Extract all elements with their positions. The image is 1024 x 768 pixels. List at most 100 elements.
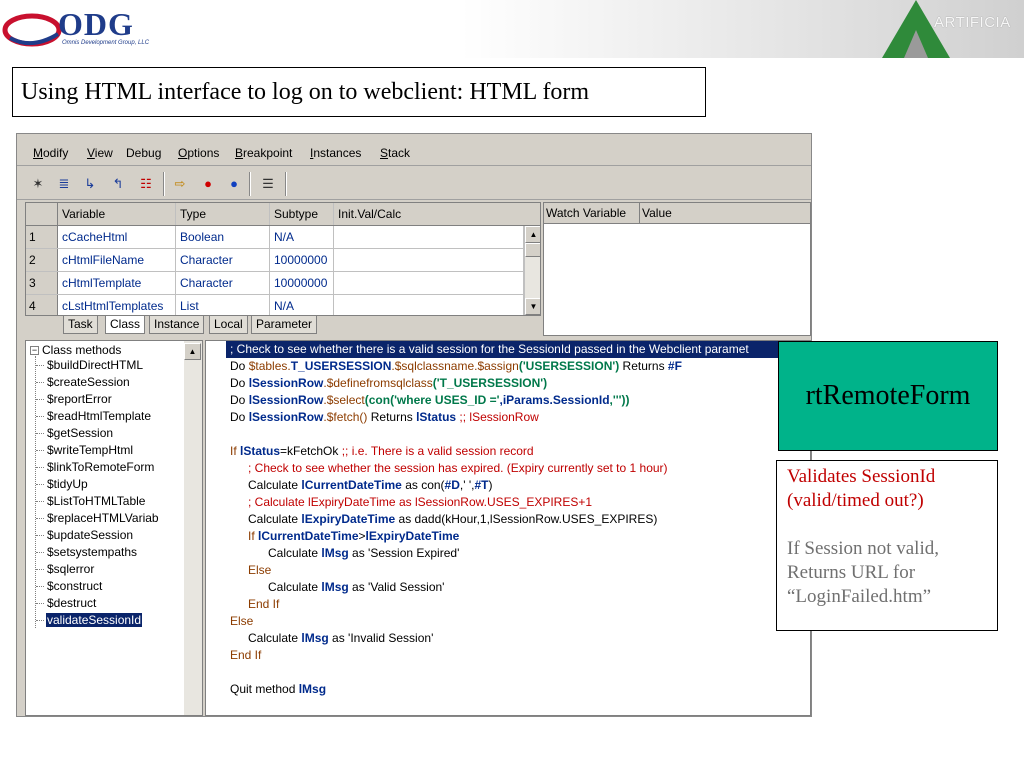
step-out-icon[interactable]: ↰ bbox=[109, 175, 127, 193]
list-item-selected[interactable]: validateSessionId bbox=[36, 612, 143, 629]
col-watch-value[interactable]: Value bbox=[640, 203, 810, 224]
list-item[interactable]: $reportError bbox=[36, 391, 113, 408]
table-row[interactable]: 4 cLstHtmlTemplates List N/A bbox=[26, 295, 540, 315]
col-init[interactable]: Init.Val/Calc bbox=[334, 203, 540, 225]
go-point-icon[interactable]: ⇨ bbox=[171, 175, 189, 193]
menu-stack[interactable]: Stack bbox=[380, 146, 410, 160]
cell-variable[interactable]: cLstHtmlTemplates bbox=[58, 295, 176, 315]
col-type[interactable]: Type bbox=[176, 203, 270, 225]
code-line[interactable]: Else bbox=[230, 613, 253, 630]
code-line[interactable]: End If bbox=[248, 596, 279, 613]
tree-root[interactable]: − Class methods bbox=[30, 343, 121, 357]
list-item[interactable]: $writeTempHtml bbox=[36, 442, 134, 459]
tab-parameter[interactable]: Parameter bbox=[251, 316, 318, 334]
col-watch-variable[interactable]: Watch Variable bbox=[544, 203, 640, 224]
code-line[interactable]: Calculate lExpiryDateTime as dadd(kHour,… bbox=[248, 511, 657, 528]
menu-modify[interactable]: Modify bbox=[33, 146, 68, 160]
code-line[interactable]: Else bbox=[248, 562, 271, 579]
tree-item-label: $getSession bbox=[47, 426, 114, 440]
table-row[interactable]: 1 cCacheHtml Boolean N/A bbox=[26, 226, 540, 249]
tab-local[interactable]: Local bbox=[209, 316, 248, 334]
scroll-up-icon[interactable]: ▲ bbox=[184, 343, 201, 360]
code-line[interactable]: ; Check to see whether the session has e… bbox=[248, 460, 668, 477]
tree-item-label: $construct bbox=[47, 579, 103, 593]
tree-root-label: Class methods bbox=[42, 343, 122, 357]
cell-subtype[interactable]: N/A bbox=[270, 295, 334, 315]
scroll-up-icon[interactable]: ▲ bbox=[525, 226, 540, 243]
cell-type[interactable]: Character bbox=[176, 272, 270, 294]
cell-subtype[interactable]: 10000000 bbox=[270, 249, 334, 271]
list-item[interactable]: $replaceHTMLVariab bbox=[36, 510, 160, 527]
col-subtype[interactable]: Subtype bbox=[270, 203, 334, 225]
list-item[interactable]: $ListToHTMLTable bbox=[36, 493, 146, 510]
table-row[interactable]: 2 cHtmlFileName Character 10000000 bbox=[26, 249, 540, 272]
list-item[interactable]: $destruct bbox=[36, 595, 97, 612]
cell-variable[interactable]: cCacheHtml bbox=[58, 226, 176, 248]
list-item[interactable]: $readHtmlTemplate bbox=[36, 408, 152, 425]
cell-init[interactable] bbox=[334, 272, 524, 294]
list-item[interactable]: $updateSession bbox=[36, 527, 134, 544]
cell-init[interactable] bbox=[334, 226, 524, 248]
list-item[interactable]: $tidyUp bbox=[36, 476, 89, 493]
breakpoint-blue-icon[interactable]: ● bbox=[225, 175, 243, 193]
code-line[interactable]: Do lSessionRow.$fetch() Returns lStatus … bbox=[230, 409, 539, 426]
code-line[interactable]: Calculate lMsg as 'Session Expired' bbox=[268, 545, 459, 562]
annotation-note: Validates SessionId (valid/timed out?) I… bbox=[776, 460, 998, 631]
debugger-window: Modify View Debug Options Breakpoint Ins… bbox=[16, 133, 812, 717]
code-editor[interactable]: ; Check to see whether there is a valid … bbox=[205, 340, 811, 716]
cell-subtype[interactable]: 10000000 bbox=[270, 272, 334, 294]
menu-debug[interactable]: Debug bbox=[126, 146, 161, 160]
trace-icon[interactable]: ☷ bbox=[137, 175, 155, 193]
code-line[interactable]: If lCurrentDateTime>lExpiryDateTime bbox=[248, 528, 459, 545]
code-line[interactable]: Calculate lMsg as 'Invalid Session' bbox=[248, 630, 433, 647]
code-line[interactable]: If lStatus=kFetchOk ;; i.e. There is a v… bbox=[230, 443, 534, 460]
table-row[interactable]: 3 cHtmlTemplate Character 10000000 bbox=[26, 272, 540, 295]
breakpoint-red-icon[interactable]: ● bbox=[199, 175, 217, 193]
cell-type[interactable]: Boolean bbox=[176, 226, 270, 248]
code-line[interactable]: Do lSessionRow.$select(con('where USES_I… bbox=[230, 392, 629, 409]
col-variable[interactable]: Variable bbox=[58, 203, 176, 225]
list-item[interactable]: $construct bbox=[36, 578, 103, 595]
cell-subtype[interactable]: N/A bbox=[270, 226, 334, 248]
tree-scrollbar[interactable]: ▲ bbox=[184, 341, 202, 715]
cell-init[interactable] bbox=[334, 249, 524, 271]
code-line[interactable]: Do $tables.T_USERSESSION.$sqlclassname.$… bbox=[230, 358, 682, 375]
tree-item-label: $destruct bbox=[47, 596, 97, 610]
list-item[interactable]: $linkToRemoteForm bbox=[36, 459, 155, 476]
step-over-icon[interactable]: ≣ bbox=[55, 175, 73, 193]
list-item[interactable]: $createSession bbox=[36, 374, 131, 391]
code-line[interactable]: Quit method lMsg bbox=[230, 681, 326, 698]
cell-type[interactable]: Character bbox=[176, 249, 270, 271]
code-line[interactable]: End If bbox=[230, 647, 261, 664]
menu-options[interactable]: Options bbox=[178, 146, 219, 160]
menu-breakpoint[interactable]: Breakpoint bbox=[235, 146, 292, 160]
collapse-icon[interactable]: − bbox=[30, 346, 39, 356]
code-line[interactable]: ; Calculate lExpiryDateTime as lSessionR… bbox=[248, 494, 592, 511]
scroll-thumb[interactable] bbox=[525, 243, 540, 257]
menu-view[interactable]: View bbox=[87, 146, 113, 160]
menu-instances[interactable]: Instances bbox=[310, 146, 361, 160]
list-item[interactable]: $setsystempaths bbox=[36, 544, 138, 561]
note-line: “LoginFailed.htm” bbox=[787, 586, 932, 607]
tab-task[interactable]: Task bbox=[63, 316, 98, 334]
field-icon[interactable]: ☰ bbox=[259, 175, 277, 193]
scroll-down-icon[interactable]: ▼ bbox=[525, 298, 540, 315]
list-item[interactable]: $getSession bbox=[36, 425, 114, 442]
grid-scrollbar[interactable]: ▲ ▼ bbox=[524, 226, 540, 315]
step-icon[interactable]: ✶ bbox=[29, 175, 47, 193]
watch-header: Watch Variable Value bbox=[544, 203, 810, 224]
list-item[interactable]: $buildDirectHTML bbox=[36, 357, 144, 374]
cell-init[interactable] bbox=[334, 295, 524, 315]
code-line[interactable]: Do lSessionRow.$definefromsqlclass('T_US… bbox=[230, 375, 547, 392]
tab-class[interactable]: Class bbox=[105, 316, 146, 334]
cell-variable[interactable]: cHtmlTemplate bbox=[58, 272, 176, 294]
tab-instance[interactable]: Instance bbox=[149, 316, 205, 334]
cell-type[interactable]: List bbox=[176, 295, 270, 315]
code-line-current[interactable]: ; Check to see whether there is a valid … bbox=[226, 341, 810, 358]
code-line[interactable]: Calculate lMsg as 'Valid Session' bbox=[268, 579, 444, 596]
step-in-icon[interactable]: ↳ bbox=[81, 175, 99, 193]
cell-variable[interactable]: cHtmlFileName bbox=[58, 249, 176, 271]
list-item[interactable]: $sqlerror bbox=[36, 561, 95, 578]
code-line[interactable]: Calculate lCurrentDateTime as con(#D,' '… bbox=[248, 477, 493, 494]
slide-header: ODG Omnis Development Group, LLC ARTIFIC… bbox=[0, 0, 1024, 58]
